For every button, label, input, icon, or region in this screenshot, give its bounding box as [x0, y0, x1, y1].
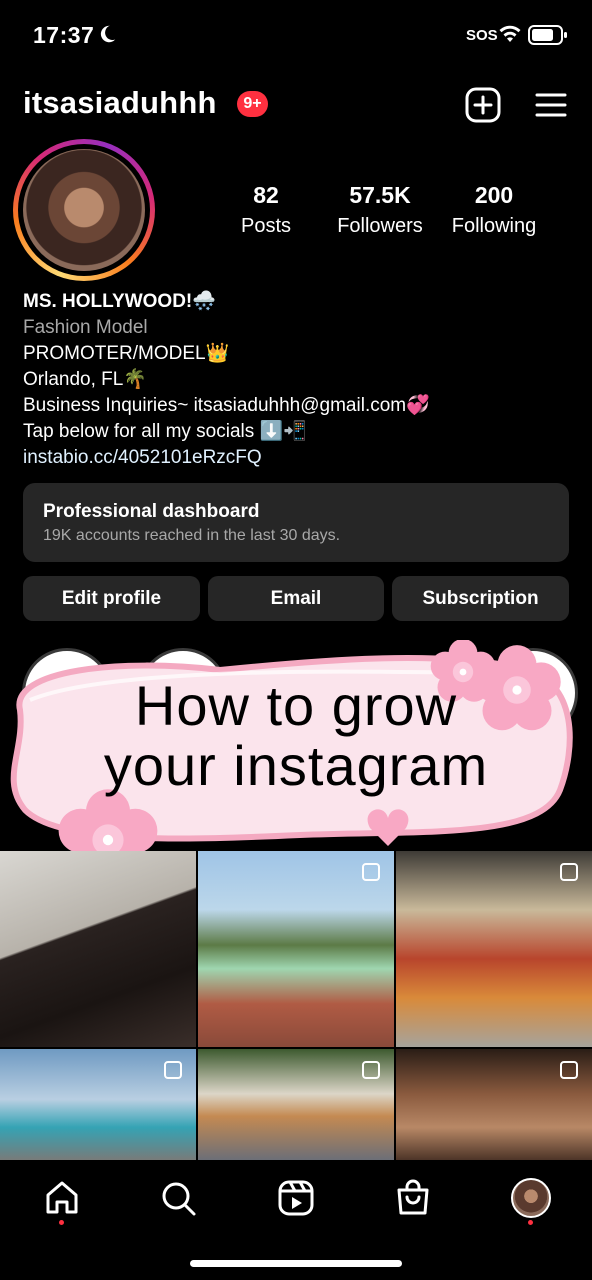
multi-post-icon — [560, 863, 578, 881]
stat-posts-value: 82 — [253, 182, 279, 208]
overlay-line-2: your instagram — [103, 734, 489, 797]
stat-posts[interactable]: 82 Posts — [206, 182, 326, 238]
professional-dashboard[interactable]: Professional dashboard 19K accounts reac… — [23, 483, 569, 562]
bio-name: MS. HOLLYWOOD!🌨️ — [23, 291, 216, 312]
bio-line: Business Inquiries~ itsasiaduhhh@gmail.c… — [23, 395, 430, 416]
search-icon[interactable] — [158, 1178, 198, 1218]
battery-icon — [528, 25, 567, 45]
home-icon[interactable] — [42, 1178, 82, 1218]
dashboard-title: Professional dashboard — [43, 501, 260, 522]
bio-line: Orlando, FL🌴 — [23, 369, 147, 390]
post-thumbnail[interactable] — [0, 1049, 196, 1161]
reels-icon[interactable] — [276, 1178, 316, 1218]
post-grid — [0, 851, 592, 1161]
sos-indicator: SOS — [466, 27, 498, 44]
notification-badge: 9+ — [237, 91, 268, 117]
bio-line: Tap below for all my socials ⬇️📲 — [23, 421, 307, 442]
stat-following-label: Following — [451, 215, 537, 237]
moon-icon — [100, 25, 116, 43]
profile-notification-dot — [528, 1220, 533, 1225]
post-thumbnail[interactable] — [396, 851, 592, 1047]
post-thumbnail[interactable] — [0, 851, 196, 1047]
profile-avatar — [23, 149, 145, 271]
bio-link[interactable]: instabio.cc/4052101eRzcFQ — [23, 445, 583, 471]
stat-following-value: 200 — [474, 182, 514, 208]
stat-followers-label: Followers — [337, 215, 423, 237]
stat-followers[interactable]: 57.5K Followers — [320, 182, 440, 238]
profile-username[interactable]: itsasiaduhhh — [23, 85, 217, 121]
stat-following[interactable]: 200 Following — [434, 182, 554, 238]
multi-post-icon — [362, 1061, 380, 1079]
bio-category: Fashion Model — [23, 317, 148, 338]
status-bar: 17:37 SOS — [0, 0, 592, 70]
post-thumbnail[interactable] — [198, 851, 394, 1047]
home-indicator — [190, 1260, 402, 1267]
stat-posts-label: Posts — [240, 215, 292, 237]
menu-icon[interactable] — [534, 90, 568, 120]
shop-icon[interactable] — [393, 1178, 433, 1218]
profile-avatar-story-ring[interactable] — [13, 139, 155, 281]
bio-line: PROMOTER/MODEL👑 — [23, 343, 230, 364]
multi-post-icon — [560, 1061, 578, 1079]
profile-bio: MS. HOLLYWOOD!🌨️ Fashion Model PROMOTER/… — [23, 289, 583, 471]
overlay-line-1: How to grow — [134, 674, 458, 737]
overlay-headline: How to grow your instagram — [0, 676, 592, 796]
email-button[interactable]: Email — [208, 576, 384, 621]
add-post-icon[interactable] — [465, 87, 501, 123]
edit-profile-button[interactable]: Edit profile — [23, 576, 200, 621]
profile-avatar-icon[interactable] — [511, 1178, 551, 1218]
dashboard-subtitle: 19K accounts reached in the last 30 days… — [43, 527, 341, 544]
wifi-icon — [499, 25, 521, 42]
multi-post-icon — [164, 1061, 182, 1079]
post-thumbnail[interactable] — [396, 1049, 592, 1161]
profile-header: itsasiaduhhh 9+ — [0, 80, 592, 132]
status-time: 17:37 — [33, 22, 95, 48]
post-thumbnail[interactable] — [198, 1049, 394, 1161]
multi-post-icon — [362, 863, 380, 881]
stat-followers-value: 57.5K — [349, 182, 411, 208]
home-notification-dot — [59, 1220, 64, 1225]
subscription-button[interactable]: Subscription — [392, 576, 569, 621]
